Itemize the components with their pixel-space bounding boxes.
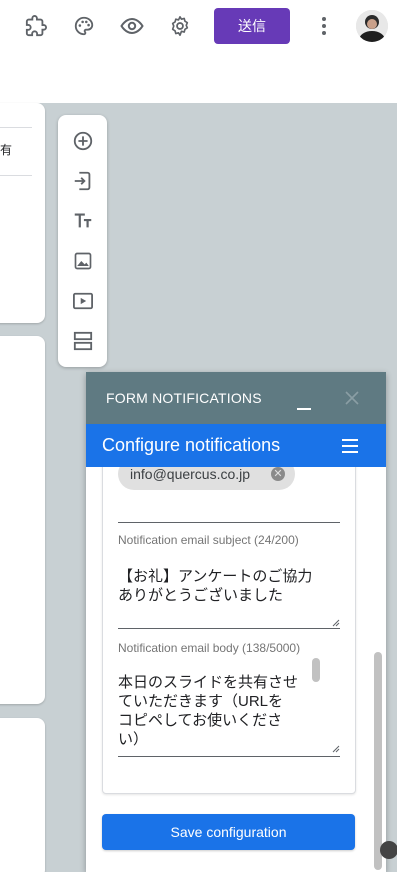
panel-header: FORM NOTIFICATIONS xyxy=(86,372,386,424)
eye-icon[interactable] xyxy=(118,12,146,40)
divider xyxy=(0,175,32,176)
panel-subtitle: Configure notifications xyxy=(102,435,281,455)
image-icon[interactable] xyxy=(70,248,95,273)
send-button[interactable]: 送信 xyxy=(214,8,290,44)
minimize-icon[interactable] xyxy=(294,392,316,412)
close-icon[interactable] xyxy=(340,386,364,410)
configuration-card: info@quercus.co.jp ✕ Notification email … xyxy=(102,467,356,794)
save-configuration-button[interactable]: Save configuration xyxy=(102,814,355,850)
recipient-email: info@quercus.co.jp xyxy=(130,467,251,482)
form-notifications-panel: FORM NOTIFICATIONS Configure notificatio… xyxy=(86,372,386,872)
subject-label: Notification email subject (24/200) xyxy=(118,533,299,547)
textarea-scrollbar[interactable] xyxy=(312,658,320,682)
more-vert-icon[interactable] xyxy=(310,12,338,40)
divider xyxy=(0,127,32,128)
menu-icon[interactable] xyxy=(340,436,360,456)
import-questions-icon[interactable] xyxy=(70,168,95,193)
add-question-icon[interactable] xyxy=(70,128,95,153)
panel-title: FORM NOTIFICATIONS xyxy=(106,390,262,406)
panel-body: info@quercus.co.jp ✕ Notification email … xyxy=(86,467,386,872)
remove-chip-icon[interactable]: ✕ xyxy=(271,467,285,481)
form-card[interactable]: 有 xyxy=(0,103,45,323)
subject-value: 【お礼】アンケートのご協力 ありがとうございました xyxy=(118,568,313,604)
question-card[interactable] xyxy=(0,718,45,872)
body-value: 本日のスライドを共有させ ていただきます（URLを コピペしてお使いくださ い） xyxy=(118,674,299,748)
palette-icon[interactable] xyxy=(70,12,98,40)
question-card[interactable] xyxy=(0,336,45,704)
form-toolbar xyxy=(58,115,107,367)
help-icon[interactable] xyxy=(380,841,397,859)
panel-scrollbar[interactable] xyxy=(374,652,382,870)
body-textarea[interactable]: 本日のスライドを共有させ ていただきます（URLを コピペしてお使いくださ い） xyxy=(118,669,340,757)
subject-textarea[interactable]: 【お礼】アンケートのご協力 ありがとうございました xyxy=(118,561,340,629)
form-card-text: 有 xyxy=(0,143,13,157)
resize-handle-icon[interactable] xyxy=(332,619,340,627)
resize-handle-icon[interactable] xyxy=(332,745,340,753)
video-icon[interactable] xyxy=(70,288,95,313)
recipient-input-underline[interactable] xyxy=(118,522,340,523)
puzzle-icon[interactable] xyxy=(22,12,50,40)
title-text-icon[interactable] xyxy=(70,208,95,233)
body-label: Notification email body (138/5000) xyxy=(118,641,301,655)
recipient-chip[interactable]: info@quercus.co.jp ✕ xyxy=(118,467,295,490)
avatar[interactable] xyxy=(356,10,388,42)
panel-subheader: Configure notifications xyxy=(86,424,386,467)
section-icon[interactable] xyxy=(70,328,95,353)
top-bar: 送信 xyxy=(0,0,397,52)
gear-icon[interactable] xyxy=(166,12,194,40)
